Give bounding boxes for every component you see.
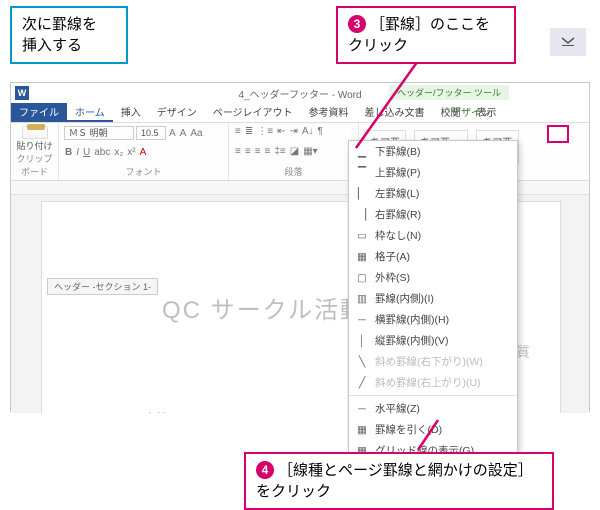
clipboard-group-label: クリップボード	[16, 152, 53, 180]
dropdown-item-label: 水平線(Z)	[375, 401, 420, 416]
dropdown-item-label: 罫線を引く(D)	[375, 422, 442, 437]
clear-format-icon[interactable]: Aa	[189, 128, 203, 139]
borders-button-highlight	[547, 125, 569, 143]
border-type-icon: ╲	[355, 356, 369, 368]
dropdown-item: ╱ 斜め罫線(右上がり)(U)	[349, 372, 517, 393]
align-center-icon[interactable]: ≡	[244, 146, 252, 157]
borders-button[interactable]: ▦▾	[302, 146, 318, 157]
tab-insert[interactable]: 挿入	[113, 101, 149, 122]
title-bar: W 4_ヘッダーフッター - Word ヘッダー/フッター ツール	[11, 83, 589, 103]
dropdown-item[interactable]: ▔ 上罫線(P)	[349, 162, 517, 183]
font-group-label: フォント	[64, 165, 223, 180]
doc-body-text: QCとは	[132, 408, 167, 413]
step-badge-4: 4	[256, 461, 274, 479]
callout-step3: 3［罫線］のここをクリック	[336, 6, 516, 64]
border-type-icon: ▢	[355, 272, 369, 284]
tab-file[interactable]: ファイル	[11, 101, 67, 122]
dropdown-item[interactable]: ─ 水平線(Z)	[349, 398, 517, 419]
border-type-icon: ─	[355, 403, 369, 415]
dropdown-item[interactable]: ▢ 外枠(S)	[349, 267, 517, 288]
dropdown-item-label: 縦罫線(内側)(V)	[375, 333, 449, 348]
dropdown-item-label: 上罫線(P)	[375, 165, 421, 180]
callout-step4: 4［線種とページ罫線と網かけの設定］をクリック	[244, 452, 554, 510]
grow-font-icon[interactable]: A	[168, 128, 177, 139]
indent-dec-icon[interactable]: ⇤	[276, 126, 286, 137]
border-type-icon: ▕	[355, 209, 369, 221]
sup-icon[interactable]: x²	[126, 147, 136, 158]
borders-dropdown: ▁ 下罫線(B) ▔ 上罫線(P) ▏ 左罫線(L) ▕ 右罫線(R) ▭ 枠なし(N) ▦ 格子(A…	[348, 140, 518, 498]
dropdown-item-label: 格子(A)	[375, 249, 410, 264]
border-type-icon: ▁	[355, 146, 369, 158]
doc-heading: QC サークル活動	[162, 290, 366, 325]
dropdown-item-label: 斜め罫線(右下がり)(W)	[375, 354, 483, 369]
dropdown-item-label: 下罫線(B)	[375, 144, 421, 159]
indent-inc-icon[interactable]: ⇥	[288, 126, 298, 137]
dropdown-item-label: 右罫線(R)	[375, 207, 421, 222]
strike-icon[interactable]: abc	[93, 147, 111, 158]
ribbon-tabs: ファイル ホーム 挿入 デザイン ページレイアウト 参考資料 差し込み文書 校閲…	[11, 103, 589, 123]
dropdown-item[interactable]: ▭ 枠なし(N)	[349, 225, 517, 246]
dropdown-item[interactable]: ▏ 左罫線(L)	[349, 183, 517, 204]
word-icon: W	[15, 86, 29, 100]
dropdown-item[interactable]: ─ 横罫線(内側)(H)	[349, 309, 517, 330]
tab-hf-design[interactable]: デザイン	[443, 101, 499, 122]
dropdown-item: ╲ 斜め罫線(右下がり)(W)	[349, 351, 517, 372]
numbering-icon[interactable]: ≣	[244, 126, 254, 137]
tab-mailings[interactable]: 差し込み文書	[357, 101, 433, 122]
tab-layout[interactable]: ページレイアウト	[205, 101, 301, 122]
step-badge-3: 3	[348, 15, 366, 33]
underline-icon[interactable]: U	[82, 147, 91, 158]
shading-icon[interactable]: ◪	[289, 146, 300, 157]
font-color-icon[interactable]: A	[139, 147, 148, 158]
border-type-icon: ▦	[355, 251, 369, 263]
show-marks-icon[interactable]: ¶	[317, 126, 324, 137]
dropdown-item-label: 左罫線(L)	[375, 186, 419, 201]
border-type-icon: ▔	[355, 167, 369, 179]
sort-icon[interactable]: A↓	[301, 126, 315, 137]
line-spacing-icon[interactable]: ‡≡	[273, 146, 286, 157]
italic-icon[interactable]: I	[75, 147, 80, 158]
bold-icon[interactable]: B	[64, 147, 73, 158]
multilevel-icon[interactable]: ⋮≡	[256, 126, 274, 137]
dropdown-item[interactable]: ▕ 右罫線(R)	[349, 204, 517, 225]
dropdown-item[interactable]: ▥ 罫線(内側)(I)	[349, 288, 517, 309]
header-footer-tools-label: ヘッダー/フッター ツール	[389, 85, 509, 100]
collapse-ribbon-button[interactable]	[550, 28, 586, 56]
border-type-icon: ─	[355, 314, 369, 326]
align-left-icon[interactable]: ≡	[234, 146, 242, 157]
tab-references[interactable]: 参考資料	[301, 101, 357, 122]
tab-home[interactable]: ホーム	[67, 101, 113, 122]
sub-icon[interactable]: x₂	[113, 147, 124, 158]
paste-label: 貼り付け	[16, 139, 53, 152]
border-type-icon: ▥	[355, 293, 369, 305]
dropdown-item[interactable]: │ 縦罫線(内側)(V)	[349, 330, 517, 351]
border-type-icon: ╱	[355, 377, 369, 389]
font-size-select[interactable]: 10.5	[136, 126, 166, 140]
dropdown-item-label: 罫線(内側)(I)	[375, 291, 434, 306]
dropdown-item-label: 横罫線(内側)(H)	[375, 312, 449, 327]
paragraph-group-label: 段落	[234, 165, 353, 180]
align-right-icon[interactable]: ≡	[254, 146, 262, 157]
bullets-icon[interactable]: ≡	[234, 126, 242, 137]
tab-design[interactable]: デザイン	[149, 101, 205, 122]
dropdown-item-label: 枠なし(N)	[375, 228, 421, 243]
header-section-tag: ヘッダー -セクション 1-	[47, 278, 158, 295]
font-name-select[interactable]: ＭＳ 明朝	[64, 126, 134, 140]
dropdown-item-label: 外枠(S)	[375, 270, 410, 285]
callout-insert-next: 次に罫線を 挿入する	[10, 6, 128, 64]
border-type-icon: ▦	[355, 424, 369, 436]
dropdown-item[interactable]: ▁ 下罫線(B)	[349, 141, 517, 162]
border-type-icon: │	[355, 335, 369, 347]
shrink-font-icon[interactable]: A	[179, 128, 188, 139]
border-type-icon: ▏	[355, 188, 369, 200]
dropdown-item[interactable]: ▦ 罫線を引く(D)	[349, 419, 517, 440]
border-type-icon: ▭	[355, 230, 369, 242]
paste-icon[interactable]	[22, 126, 48, 139]
dropdown-item[interactable]: ▦ 格子(A)	[349, 246, 517, 267]
justify-icon[interactable]: ≡	[264, 146, 272, 157]
window-title: 4_ヘッダーフッター - Word	[238, 86, 361, 101]
dropdown-item-label: 斜め罫線(右上がり)(U)	[375, 375, 481, 390]
